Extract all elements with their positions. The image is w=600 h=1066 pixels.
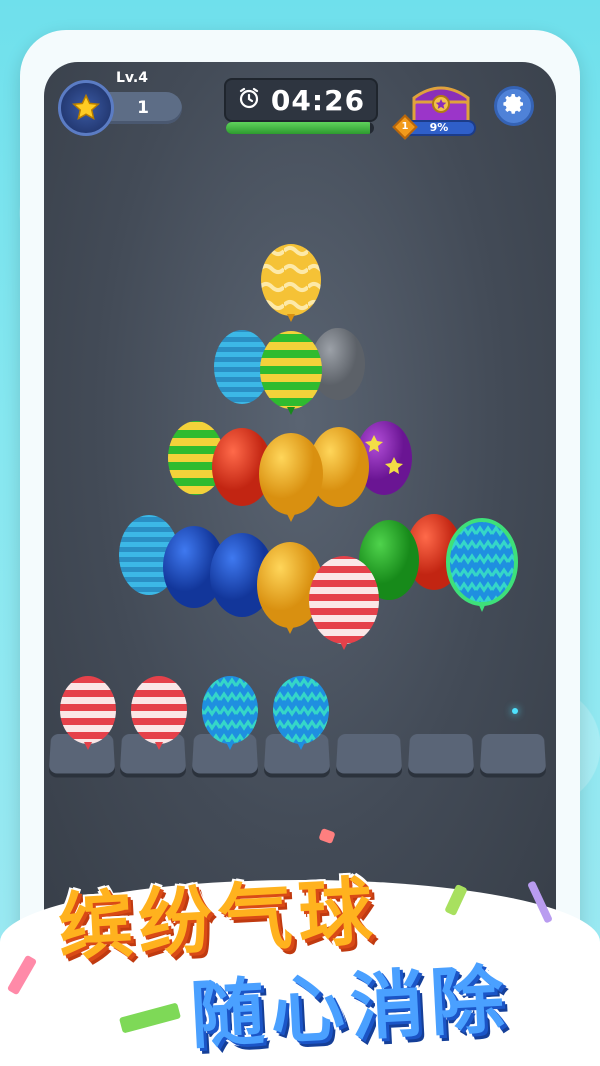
balloon[interactable] bbox=[259, 433, 323, 522]
tray-balloon bbox=[273, 676, 329, 750]
balloon-selected[interactable] bbox=[446, 518, 518, 612]
balloon[interactable] bbox=[309, 556, 379, 650]
tray-balloon bbox=[131, 676, 187, 750]
sparkle bbox=[512, 708, 518, 714]
banner-title-line2: 随心消除 bbox=[188, 956, 513, 1060]
tray-balloon bbox=[60, 676, 116, 750]
tray-balloons bbox=[60, 676, 329, 750]
balloon[interactable] bbox=[260, 331, 322, 415]
balloon-pile bbox=[119, 244, 518, 650]
game-screen: Lv.4 1 04:26 9% 1 bbox=[44, 62, 556, 962]
tray-balloon bbox=[202, 676, 258, 750]
balloon[interactable] bbox=[261, 244, 321, 322]
